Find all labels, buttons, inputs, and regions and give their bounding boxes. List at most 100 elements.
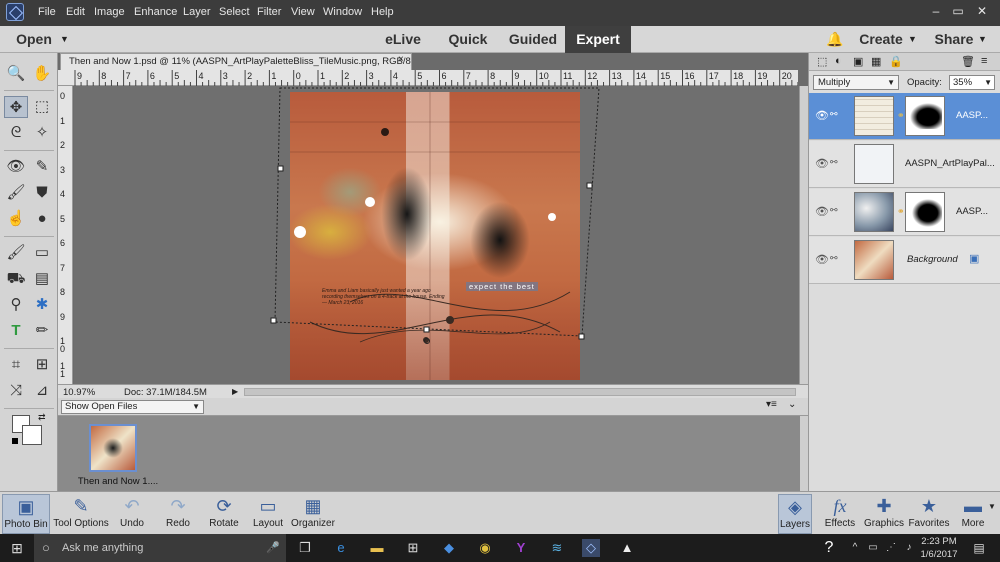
clock-time[interactable]: 2:23 PM <box>918 536 960 547</box>
menu-view[interactable]: View <box>291 6 315 18</box>
tool-options-button[interactable]: ✎ Tool Options <box>52 494 110 534</box>
menu-filter[interactable]: Filter <box>257 6 281 18</box>
app-icon[interactable]: ≋ <box>548 539 566 557</box>
red-eye-tool-icon[interactable]: 👁 <box>4 156 28 178</box>
close-tab-icon[interactable]: × <box>398 54 404 65</box>
tray-chevron-up-icon[interactable]: ^ <box>846 539 864 557</box>
notifications-icon[interactable]: ▤ <box>970 539 988 557</box>
layer-mask-thumbnail[interactable] <box>905 96 945 136</box>
clone-stamp-tool-icon[interactable]: ⛊ <box>30 182 54 204</box>
open-button[interactable]: Open <box>14 26 54 53</box>
new-layer-icon[interactable]: ⬚ <box>817 55 827 68</box>
menu-help[interactable]: Help <box>371 6 394 18</box>
link-icon[interactable]: ⚯ <box>830 109 838 120</box>
swap-colors-icon[interactable]: ⇄ <box>38 412 46 423</box>
wifi-icon[interactable]: ⋰ <box>882 539 900 557</box>
yahoo-icon[interactable]: Y <box>512 539 530 557</box>
show-open-files-dropdown[interactable]: Show Open Files ▼ <box>61 400 204 414</box>
visibility-eye-icon[interactable]: 👁 <box>815 157 829 171</box>
canvas-horizontal-scrollbar[interactable] <box>244 388 796 396</box>
lock-icon[interactable]: 🔒 <box>889 55 903 68</box>
more-button[interactable]: ▬ More <box>956 494 990 534</box>
paint-bucket-tool-icon[interactable]: ⛟ <box>4 268 28 290</box>
photoshop-elements-icon[interactable]: ◇ <box>582 539 600 557</box>
straighten-tool-icon[interactable]: ⊿ <box>30 380 54 402</box>
mask-link-icon[interactable]: ⚭ <box>897 206 905 217</box>
open-dropdown-icon[interactable]: ▼ <box>60 34 69 44</box>
menu-image[interactable]: Image <box>94 6 125 18</box>
windows-start-icon[interactable]: ⊞ <box>8 539 26 557</box>
panel-menu-icon[interactable]: ≡ <box>981 55 987 67</box>
eraser-tool-icon[interactable]: ▭ <box>30 242 54 264</box>
transform-bounding-box[interactable] <box>74 86 799 384</box>
menu-edit[interactable]: Edit <box>66 6 85 18</box>
mask-link-icon[interactable]: ⚭ <box>897 110 905 121</box>
add-mask-icon[interactable]: ▣ <box>853 55 863 68</box>
visibility-eye-icon[interactable]: 👁 <box>815 109 829 123</box>
collapse-bin-icon[interactable]: ⌄ <box>788 399 796 410</box>
smudge-tool-icon[interactable]: ☝ <box>4 208 28 230</box>
crop-tool-icon[interactable]: ⌗ <box>4 354 28 376</box>
link-icon[interactable]: ⚯ <box>830 205 838 216</box>
mode-elive[interactable]: eLive <box>378 26 428 53</box>
gradient-tool-icon[interactable]: ▤ <box>30 268 54 290</box>
lasso-tool-icon[interactable]: ᘓ <box>4 122 28 144</box>
quick-selection-tool-icon[interactable]: ✧ <box>30 122 54 144</box>
file-explorer-icon[interactable]: ▬ <box>368 539 386 557</box>
status-menu-arrow-icon[interactable]: ▶ <box>232 385 238 398</box>
volume-icon[interactable]: ♪ <box>900 539 918 557</box>
layout-button[interactable]: ▭ Layout <box>248 494 288 534</box>
redo-button[interactable]: ↷ Redo <box>158 494 198 534</box>
spot-healing-tool-icon[interactable]: ✎ <box>30 156 54 178</box>
microphone-icon[interactable]: 🎤 <box>266 534 280 562</box>
dropbox-icon[interactable]: ◆ <box>440 539 458 557</box>
chrome-icon[interactable]: ◉ <box>476 539 494 557</box>
type-tool-icon[interactable]: T <box>4 320 28 342</box>
notification-bell-icon[interactable]: 🔔 <box>826 31 843 48</box>
layer-row[interactable]: 👁 ⚯ Background ▣ <box>809 237 1000 284</box>
mode-expert[interactable]: Expert <box>565 26 631 53</box>
layer-row[interactable]: 👁 ⚯ ⚭ AASP... <box>809 93 1000 140</box>
menu-select[interactable]: Select <box>219 6 250 18</box>
pencil-tool-icon[interactable]: ✏ <box>30 320 54 342</box>
clock-date[interactable]: 1/6/2017 <box>918 549 960 560</box>
open-file-thumbnail[interactable] <box>89 424 137 472</box>
lock-transparent-icon[interactable]: ▦ <box>871 55 881 68</box>
visibility-eye-icon[interactable]: 👁 <box>815 253 829 267</box>
visibility-eye-icon[interactable]: 👁 <box>815 205 829 219</box>
organizer-button[interactable]: ▦ Organizer <box>290 494 336 534</box>
rotate-button[interactable]: ⟳ Rotate <box>204 494 244 534</box>
minimize-button[interactable]: – <box>925 2 947 20</box>
store-icon[interactable]: ⊞ <box>404 539 422 557</box>
taskbar-search-box[interactable]: ○ Ask me anything 🎤 <box>34 534 286 562</box>
bin-options-menu-icon[interactable]: ▾≡ <box>766 399 777 410</box>
menu-file[interactable]: File <box>38 6 56 18</box>
marquee-tool-icon[interactable]: ⬚ <box>30 96 54 118</box>
layer-row[interactable]: 👁 ⚯ ⚭ AASP... <box>809 189 1000 236</box>
canvas-vertical-scrollbar[interactable] <box>799 86 808 384</box>
graphics-button[interactable]: ✚ Graphics <box>864 494 904 534</box>
custom-shape-tool-icon[interactable]: ✱ <box>30 294 54 316</box>
recompose-tool-icon[interactable]: ⊞ <box>30 354 54 376</box>
move-tool-icon[interactable]: ✥ <box>4 96 28 118</box>
photos-app-icon[interactable]: ▲ <box>618 539 636 557</box>
network-icon[interactable]: ▭ <box>864 539 882 557</box>
more-dropdown-icon[interactable]: ▼ <box>988 502 996 511</box>
eyedropper-tool-icon[interactable]: ⚲ <box>4 294 28 316</box>
layer-row[interactable]: 👁 ⚯ AASPN_ArtPlayPal... <box>809 141 1000 188</box>
smart-brush-tool-icon[interactable]: 🖌 <box>4 182 28 204</box>
edge-browser-icon[interactable]: e <box>332 539 350 557</box>
share-button[interactable]: Share <box>932 26 976 53</box>
document-tab[interactable]: Then and Now 1.psd @ 11% (AASPN_ArtPlayP… <box>60 53 412 70</box>
menu-layer[interactable]: Layer <box>183 6 211 18</box>
brush-tool-icon[interactable]: 🖌 <box>4 242 28 264</box>
undo-button[interactable]: ↶ Undo <box>112 494 152 534</box>
layers-button[interactable]: ◈ Layers <box>778 494 812 534</box>
close-window-button[interactable]: ✕ <box>971 2 993 20</box>
share-dropdown-icon[interactable]: ▼ <box>978 34 987 44</box>
favorites-button[interactable]: ★ Favorites <box>906 494 952 534</box>
zoom-tool-icon[interactable]: 🔍 <box>4 63 28 85</box>
photo-bin-button[interactable]: ▣ Photo Bin <box>2 494 50 534</box>
photo-bin-scrollbar[interactable] <box>800 416 808 491</box>
link-icon[interactable]: ⚯ <box>830 253 838 264</box>
